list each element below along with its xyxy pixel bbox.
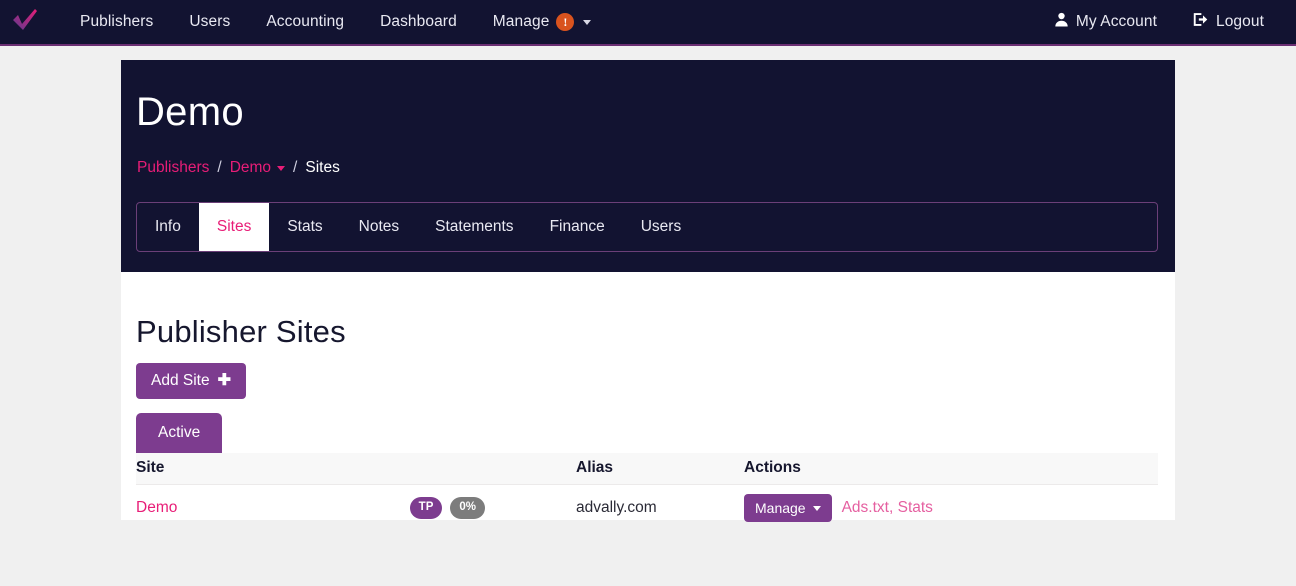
plus-icon: ✚ <box>217 372 232 389</box>
nav-item-my-account[interactable]: My Account <box>1036 0 1175 44</box>
publisher-header-panel: Demo Publishers / Demo / Sites Info Site… <box>121 60 1175 272</box>
breadcrumb-separator: / <box>293 159 298 176</box>
status-badge-tp: TP <box>409 497 443 519</box>
action-link-ads-txt[interactable]: Ads.txt <box>842 499 889 516</box>
cell-site: Demo TP 0% <box>136 485 576 533</box>
column-header-site: Site <box>136 453 576 485</box>
add-site-button[interactable]: Add Site ✚ <box>136 363 247 399</box>
row-action-links: Ads.txt, Stats <box>842 499 933 517</box>
logout-icon <box>1193 12 1209 32</box>
breadcrumb: Publishers / Demo / Sites <box>137 159 340 177</box>
nav-item-dashboard[interactable]: Dashboard <box>362 1 475 43</box>
tab-info[interactable]: Info <box>137 203 199 251</box>
chevron-down-icon <box>812 505 821 511</box>
site-status-tabs: Active <box>136 413 223 453</box>
breadcrumb-separator: / <box>217 159 222 176</box>
tab-sites[interactable]: Sites <box>198 203 270 251</box>
manage-dropdown-label: Manage <box>755 500 806 516</box>
nav-item-dashboard-label: Dashboard <box>380 13 457 30</box>
nav-item-publishers-label: Publishers <box>80 13 154 30</box>
brand-logo-link[interactable] <box>0 0 50 45</box>
status-tab-active[interactable]: Active <box>136 413 223 453</box>
nav-item-manage[interactable]: Manage ! <box>475 1 610 43</box>
status-badge-percent: 0% <box>450 497 485 519</box>
sites-table-body: Demo TP 0% advally.com Manage Ads.txt, S… <box>136 485 1158 533</box>
column-header-actions: Actions <box>744 453 1158 485</box>
table-row: Demo TP 0% advally.com Manage Ads.txt, S… <box>136 485 1158 533</box>
manage-dropdown-button[interactable]: Manage <box>744 494 832 522</box>
tab-stats[interactable]: Stats <box>269 203 340 251</box>
advally-checkmark-logo-icon <box>11 7 39 38</box>
nav-item-publishers[interactable]: Publishers <box>62 1 171 43</box>
site-name-link[interactable]: Demo <box>136 499 177 517</box>
nav-item-my-account-label: My Account <box>1075 13 1157 30</box>
tab-users[interactable]: Users <box>623 203 699 251</box>
user-icon <box>1054 12 1069 32</box>
chevron-down-icon[interactable] <box>277 165 286 171</box>
breadcrumb-item-publishers[interactable]: Publishers <box>137 159 209 177</box>
action-link-stats[interactable]: Stats <box>898 499 933 516</box>
cell-alias: advally.com <box>576 499 657 516</box>
page-title: Demo <box>136 90 244 134</box>
nav-item-logout-label: Logout <box>1215 13 1264 30</box>
navbar-account-links: My Account Logout <box>1036 0 1296 44</box>
sites-table-head: Site Alias Actions <box>136 453 1158 485</box>
tab-statements[interactable]: Statements <box>417 203 531 251</box>
nav-item-logout[interactable]: Logout <box>1175 0 1282 44</box>
site-badges: TP 0% <box>409 497 576 519</box>
cell-actions: Manage Ads.txt, Stats <box>744 485 1158 533</box>
navbar-primary-links: Publishers Users Accounting Dashboard Ma… <box>62 1 609 43</box>
section-heading: Publisher Sites <box>136 314 346 349</box>
nav-item-manage-label: Manage <box>492 13 550 30</box>
breadcrumb-item-sites: Sites <box>305 159 340 176</box>
tab-notes[interactable]: Notes <box>341 203 418 251</box>
nav-item-users[interactable]: Users <box>171 1 248 43</box>
top-navbar: Publishers Users Accounting Dashboard Ma… <box>0 0 1296 46</box>
table-header-row: Site Alias Actions <box>136 453 1158 485</box>
nav-item-accounting-label: Accounting <box>266 13 345 30</box>
nav-item-accounting[interactable]: Accounting <box>248 1 362 43</box>
nav-item-users-label: Users <box>189 13 231 30</box>
publisher-sites-card: Publisher Sites Add Site ✚ Active Site A… <box>121 272 1175 522</box>
alert-exclamation-icon: ! <box>556 13 575 31</box>
breadcrumb-item-demo[interactable]: Demo <box>230 159 271 177</box>
publisher-tab-strip: Info Sites Stats Notes Statements Financ… <box>136 202 1158 252</box>
sites-table: Site Alias Actions Demo TP 0% advally.co… <box>136 453 1158 532</box>
tab-finance[interactable]: Finance <box>532 203 623 251</box>
chevron-down-icon <box>583 19 592 25</box>
add-site-button-label: Add Site <box>151 372 210 389</box>
column-header-alias: Alias <box>576 453 744 485</box>
action-link-separator: , <box>888 499 894 516</box>
